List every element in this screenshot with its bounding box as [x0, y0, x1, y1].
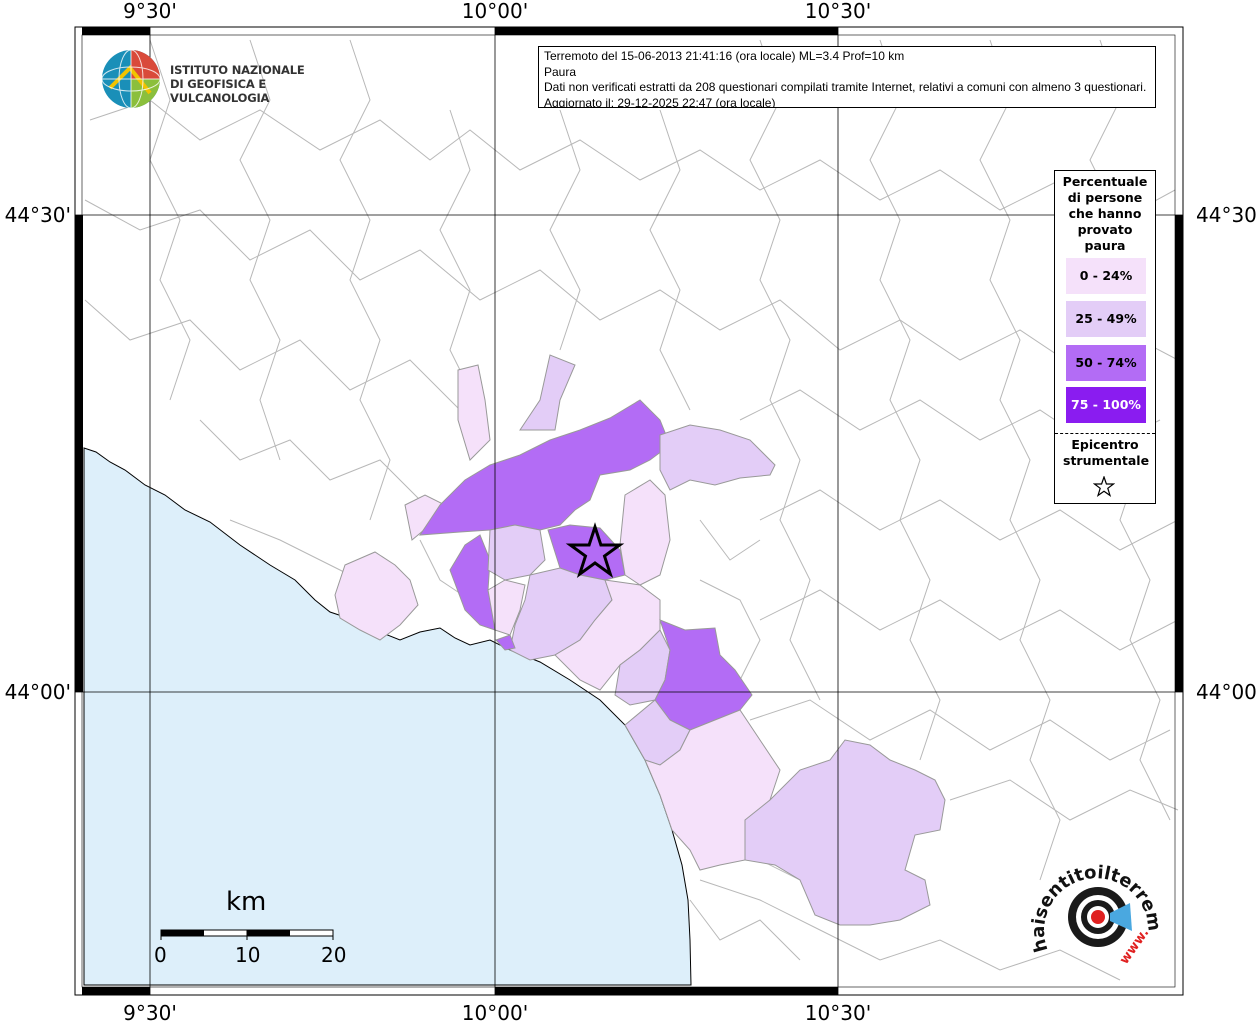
ingv-logo: ISTITUTO NAZIONALE DI GEOFISICA E VULCAN…	[100, 48, 340, 110]
lat-label-left: 44°30'	[5, 203, 71, 227]
legend: Percentuale di persone che hanno provato…	[1054, 170, 1156, 504]
lat-label-right: 44°00'	[1196, 680, 1257, 704]
hsit-logo: haisentitoilterremoto.it www.	[1024, 839, 1170, 980]
lon-label-top: 9°30'	[123, 0, 177, 23]
globe-icon	[101, 49, 161, 109]
legend-swatch-class2: 25 - 49%	[1066, 301, 1146, 337]
ingv-logo-text: ISTITUTO NAZIONALE DI GEOFISICA E VULCAN…	[170, 63, 340, 105]
hsit-logo-graphic: haisentitoilterremoto.it www.	[1024, 839, 1165, 967]
legend-epicenter-label: Epicentro strumentale	[1063, 437, 1150, 468]
logo-line2: DI GEOFISICA E VULCANOLOGIA	[170, 77, 270, 105]
scale-label: 0	[154, 943, 167, 967]
event-info-line: Paura	[544, 64, 577, 79]
scale-label: 20	[321, 943, 347, 967]
event-info-line: Aggiornato il: 29-12-2025 22:47 (ora loc…	[544, 95, 776, 108]
legend-title: Percentuale di persone che hanno provato…	[1062, 174, 1148, 253]
event-info-line: Terremoto del 15-06-2013 21:41:16 (ora l…	[544, 49, 905, 63]
logo-line1: ISTITUTO NAZIONALE	[170, 63, 305, 77]
lon-label-bottom: 9°30'	[123, 1001, 177, 1024]
map-stage: { "logo": { "line1": "ISTITUTO NAZIONALE…	[0, 0, 1257, 1024]
scale-unit: km	[226, 887, 267, 917]
lon-label-top: 10°30'	[805, 0, 871, 23]
event-info-box: Terremoto del 15-06-2013 21:41:16 (ora l…	[538, 46, 1156, 108]
legend-star-icon	[1093, 476, 1115, 498]
event-info-line: Dati non verificati estratti da 208 ques…	[544, 80, 1147, 94]
legend-swatch-class3: 50 - 74%	[1066, 345, 1146, 381]
lon-label-bottom: 10°30'	[805, 1001, 871, 1024]
legend-divider	[1055, 433, 1155, 434]
lon-label-top: 10°00'	[462, 0, 528, 23]
lat-label-right: 44°30'	[1196, 203, 1257, 227]
legend-swatch-class1: 0 - 24%	[1066, 258, 1146, 294]
legend-swatch-class4: 75 - 100%	[1066, 387, 1146, 423]
lon-label-bottom: 10°00'	[462, 1001, 528, 1024]
lat-label-left: 44°00'	[5, 680, 71, 704]
scale-label: 10	[235, 943, 261, 967]
